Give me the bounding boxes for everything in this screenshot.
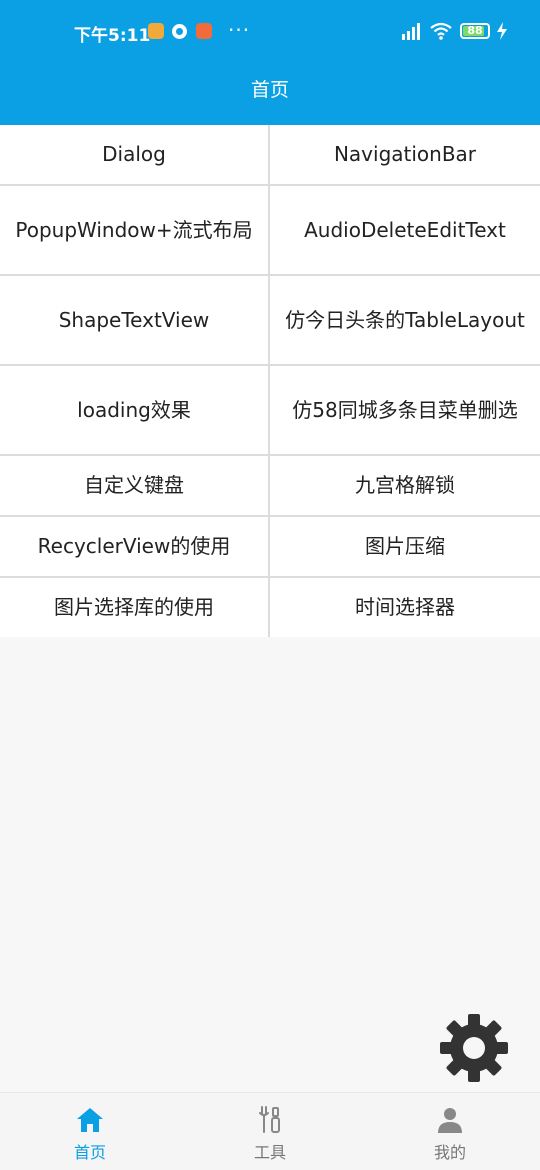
nav-label-tools: 工具 — [253, 1143, 286, 1162]
gallery-notification-icon — [148, 23, 164, 39]
grid-row: RecyclerView的使用 图片压缩 — [0, 517, 540, 578]
grid-item-image-compress[interactable]: 图片压缩 — [270, 517, 540, 576]
nav-label-home: 首页 — [73, 1143, 106, 1162]
home-icon — [77, 1108, 103, 1132]
grid-item-image-picker[interactable]: 图片选择库的使用 — [0, 578, 270, 637]
grid-item-pattern-lock[interactable]: 九宫格解锁 — [270, 456, 540, 515]
signal-icon — [402, 23, 420, 40]
battery-icon: 88 — [460, 23, 490, 39]
feature-grid: Dialog NavigationBar PopupWindow+流式布局 Au… — [0, 125, 540, 637]
bottom-navigation: 首页 工具 我的 — [0, 1092, 540, 1170]
grid-item-navigationbar[interactable]: NavigationBar — [270, 125, 540, 184]
grid-item-multi-item-delete[interactable]: 仿58同城多条目菜单删选 — [270, 366, 540, 454]
gear-icon[interactable] — [438, 1012, 510, 1084]
grid-row: 图片选择库的使用 时间选择器 — [0, 578, 540, 637]
grid-item-shapetextview[interactable]: ShapeTextView — [0, 276, 270, 364]
nav-item-home[interactable]: 首页 — [0, 1093, 180, 1170]
grid-item-dialog[interactable]: Dialog — [0, 125, 270, 184]
grid-row: loading效果 仿58同城多条目菜单删选 — [0, 366, 540, 456]
grid-item-recyclerview[interactable]: RecyclerView的使用 — [0, 517, 270, 576]
charging-icon — [497, 22, 507, 40]
wifi-icon — [430, 22, 452, 40]
person-icon — [438, 1108, 462, 1133]
grid-item-custom-keyboard[interactable]: 自定义键盘 — [0, 456, 270, 515]
app-notification-icon — [172, 24, 187, 39]
grid-item-loading[interactable]: loading效果 — [0, 366, 270, 454]
grid-item-audiodeleteedittext[interactable]: AudioDeleteEditText — [270, 186, 540, 274]
nav-item-tools[interactable]: 工具 — [180, 1093, 360, 1170]
tools-icon — [259, 1106, 280, 1133]
grid-item-time-picker[interactable]: 时间选择器 — [270, 578, 540, 637]
more-notifications-icon: ··· — [228, 18, 251, 42]
mi-notification-icon — [196, 23, 212, 39]
grid-row: ShapeTextView 仿今日头条的TableLayout — [0, 276, 540, 366]
grid-item-popupwindow[interactable]: PopupWindow+流式布局 — [0, 186, 270, 274]
grid-row: Dialog NavigationBar — [0, 125, 540, 186]
nav-label-mine: 我的 — [433, 1143, 466, 1162]
app-screen: 下午5:11 ··· 88 首页 Dialog NavigationBar Po… — [0, 0, 540, 1170]
page-title: 首页 — [250, 79, 289, 101]
grid-row: 自定义键盘 九宫格解锁 — [0, 456, 540, 517]
status-time: 下午5:11 — [74, 26, 151, 46]
status-bar: 下午5:11 ··· 88 — [0, 0, 540, 62]
app-header: 下午5:11 ··· 88 首页 — [0, 0, 540, 125]
nav-item-mine[interactable]: 我的 — [360, 1093, 540, 1170]
battery-percentage: 88 — [467, 24, 483, 37]
grid-item-tablelayout[interactable]: 仿今日头条的TableLayout — [270, 276, 540, 364]
grid-row: PopupWindow+流式布局 AudioDeleteEditText — [0, 186, 540, 276]
